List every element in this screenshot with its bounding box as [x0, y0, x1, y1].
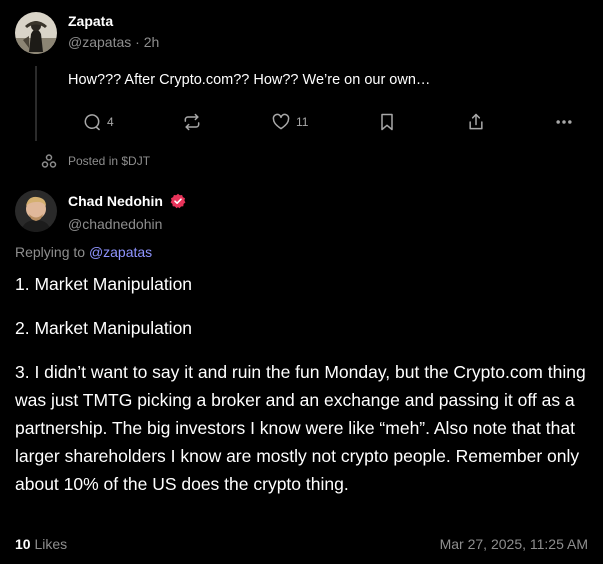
bookmark-button[interactable]	[377, 108, 397, 136]
repost-button[interactable]	[182, 108, 202, 136]
share-icon	[469, 113, 483, 130]
reply-paragraph-1: 1. Market Manipulation	[15, 274, 193, 294]
posted-in-text: Posted in $DJT	[68, 154, 151, 168]
thread-line	[35, 66, 37, 141]
reply-author-name[interactable]: Chad Nedohin	[68, 193, 163, 209]
parent-post: Zapata @zapatas · 2h How??? After Crypto…	[0, 0, 603, 188]
community-icon	[41, 154, 57, 168]
zapata-avatar[interactable]	[15, 12, 57, 54]
chad-avatar-image	[15, 190, 57, 232]
more-icon	[556, 120, 572, 124]
chad-avatar[interactable]	[15, 190, 57, 232]
parent-author-name[interactable]: Zapata	[68, 13, 113, 29]
zapata-avatar-image	[15, 12, 57, 54]
likes-label: Likes	[34, 536, 68, 552]
verified-badge-icon	[170, 193, 186, 209]
like-button[interactable]: 11	[271, 108, 308, 136]
parent-post-text: How??? After Crypto.com?? How?? We’re on…	[68, 72, 431, 88]
reply-paragraph-3: 3. I didn’t want to say it and ruin the …	[15, 362, 586, 494]
likes-count: 10	[15, 536, 31, 552]
likes-summary[interactable]: 10 Likes	[15, 536, 67, 552]
reply-button[interactable]: 4	[82, 108, 114, 136]
more-button[interactable]	[554, 108, 574, 136]
like-count: 11	[296, 115, 309, 129]
parent-actions: 4 11	[82, 108, 582, 136]
share-button[interactable]	[466, 108, 486, 136]
reply-handle: @chadnedohin	[68, 216, 163, 232]
reply-paragraph-2: 2. Market Manipulation	[15, 318, 193, 338]
post-timestamp: Mar 27, 2025, 11:25 AM	[439, 536, 588, 552]
replying-to-prefix: Replying to	[15, 244, 86, 260]
replying-to-mention[interactable]: @zapatas	[89, 244, 152, 260]
posted-in-link[interactable]: Posted in $DJT	[41, 151, 150, 171]
bookmark-icon	[381, 113, 393, 131]
reply-icon	[84, 114, 100, 131]
parent-handle-time: @zapatas · 2h	[68, 34, 160, 50]
replying-to-line: Replying to @zapatas	[15, 244, 152, 260]
like-icon	[272, 113, 290, 130]
repost-icon	[184, 113, 200, 131]
reply-count: 4	[107, 115, 114, 129]
